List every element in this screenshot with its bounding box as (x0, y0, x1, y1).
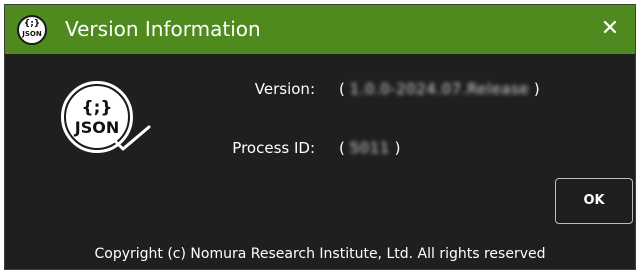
process-id-number: 5011 (349, 139, 390, 157)
logo-json-text: JSON (74, 118, 119, 137)
title-bar[interactable]: {;} JSON Version Information ✕ (5, 5, 635, 54)
version-number: 1.0.0-2024.07.Release (349, 80, 530, 98)
logo-braces: {;} (81, 98, 112, 118)
window-title: Version Information (65, 17, 261, 41)
ok-button[interactable]: OK (555, 178, 633, 224)
version-value: ( 1.0.0-2024.07.Release ) (339, 80, 540, 98)
json-logo-icon: {;} JSON (17, 15, 47, 45)
process-id-value: ( 5011 ) (339, 139, 401, 157)
process-id-label: Process ID: (232, 139, 315, 157)
json-logo-icon: {;} JSON (61, 81, 151, 153)
copyright-text: Copyright (c) Nomura Research Institute,… (94, 246, 546, 262)
close-button[interactable]: ✕ (587, 6, 633, 52)
close-icon: ✕ (600, 16, 620, 41)
version-label: Version: (254, 80, 315, 98)
version-info-dialog: {;} JSON Version Information ✕ {;} JSON … (4, 4, 636, 270)
